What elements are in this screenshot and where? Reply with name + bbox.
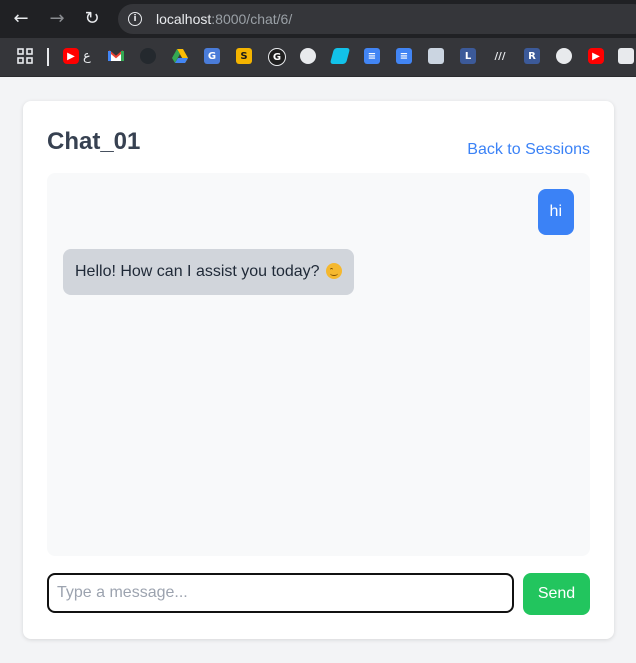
image-bookmark-icon[interactable] [618, 48, 634, 64]
forward-arrow-icon[interactable]: → [45, 7, 69, 31]
github-bookmark-icon[interactable] [140, 48, 156, 64]
page-title: Chat_01 [47, 128, 141, 155]
globe-bookmark-icon[interactable] [300, 48, 316, 64]
apps-grid-icon[interactable] [17, 48, 33, 64]
user-message-bubble: hi [537, 189, 574, 235]
browser-toolbar: ← → ↻ i localhost:8000/chat/6/ [0, 0, 636, 38]
docs2-bookmark-icon[interactable]: ≡ [396, 48, 412, 64]
cube-bookmark-icon[interactable] [556, 48, 572, 64]
assistant-message-bubble: Hello! How can I assist you today? [63, 249, 354, 295]
google-drive-bookmark-icon[interactable] [172, 48, 188, 64]
youtube2-bookmark-icon[interactable]: ▶ [588, 48, 604, 64]
sheets-bookmark-icon[interactable]: S [236, 48, 252, 64]
back-arrow-icon[interactable]: ← [9, 7, 33, 31]
r-bookmark-label: R [528, 50, 536, 62]
back-to-sessions-link[interactable]: Back to Sessions [467, 141, 590, 159]
url-path: :8000/chat/6/ [211, 11, 293, 27]
user-message-text: hi [549, 203, 562, 220]
docs-bookmark-icon[interactable]: ≡ [364, 48, 380, 64]
send-button[interactable]: Send [523, 573, 590, 615]
r-bookmark-icon[interactable]: R [524, 48, 540, 64]
message-input[interactable] [47, 573, 514, 613]
bookmark-separator [47, 48, 49, 66]
grammar-bookmark-icon[interactable]: G [268, 48, 286, 66]
url-text[interactable]: localhost:8000/chat/6/ [156, 11, 292, 27]
translate-bookmark-icon[interactable]: G [204, 48, 220, 64]
chat-messages-area[interactable]: hi Hello! How can I assist you today? [47, 173, 590, 556]
clock-bookmark-icon[interactable]: L [460, 48, 476, 64]
site-info-icon[interactable]: i [128, 12, 142, 26]
zeta-bookmark-icon[interactable] [329, 48, 351, 64]
chat-card: Chat_01 Back to Sessions hi Hello! How c… [23, 101, 614, 639]
bookmark-label[interactable]: ع [83, 48, 91, 64]
url-host: localhost [156, 11, 212, 27]
youtube-bookmark-icon[interactable]: ▶ [63, 48, 79, 64]
address-bar[interactable]: i localhost:8000/chat/6/ [118, 4, 636, 34]
stripes-bookmark-icon[interactable]: /// [492, 48, 508, 64]
save-bookmark-icon[interactable] [428, 48, 444, 64]
smiling-face-icon [325, 263, 342, 279]
bookmarks-bar: ▶ ع G S G ≡ ≡ L /// R ▶ [0, 38, 636, 77]
gmail-bookmark-icon[interactable] [108, 48, 124, 64]
assistant-message-text: Hello! How can I assist you today? [75, 263, 320, 280]
reload-icon[interactable]: ↻ [80, 7, 104, 31]
